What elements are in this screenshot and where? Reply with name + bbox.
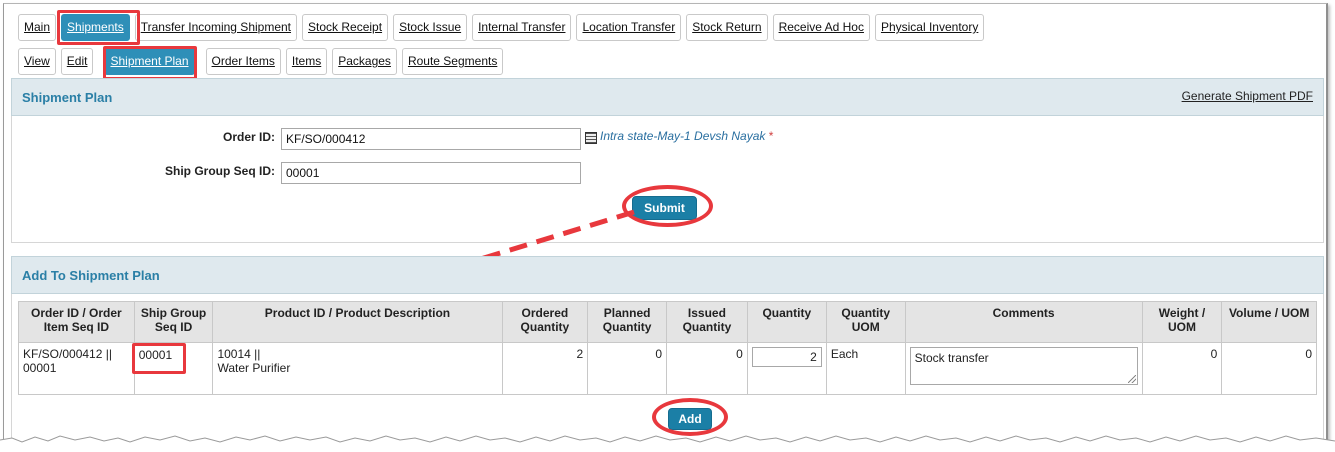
tab-transfer-incoming-shipment[interactable]: Transfer Incoming Shipment — [134, 14, 298, 41]
add-highlight-ring — [652, 398, 728, 436]
order-id-label: Order ID: — [222, 130, 275, 144]
order-item-seq-text: 00001 — [23, 361, 57, 375]
product-cell: 10014 || Water Purifier — [212, 342, 503, 395]
shipments-tab-highlight — [57, 10, 140, 45]
generate-shipment-pdf-link[interactable]: Generate Shipment PDF — [1182, 89, 1313, 103]
top-tab-bar: Main Shipments Transfer Incoming Shipmen… — [18, 14, 985, 41]
required-marker: * — [768, 129, 774, 143]
tab-main[interactable]: Main — [18, 14, 57, 41]
column-header: Volume / UOM — [1221, 301, 1317, 343]
quantity-input[interactable]: 2 — [751, 347, 822, 367]
tab-order-items[interactable]: Order Items — [205, 48, 281, 75]
product-desc-text: Water Purifier — [217, 361, 291, 375]
order-id-input[interactable]: KF/SO/000412 — [281, 128, 581, 150]
column-header: Comments — [904, 301, 1143, 343]
shipment-plan-header: Shipment Plan Generate Shipment PDF — [11, 78, 1324, 116]
lookup-icon[interactable] — [585, 132, 597, 144]
tab-location-transfer[interactable]: Location Transfer — [576, 14, 682, 41]
tab-stock-receipt[interactable]: Stock Receipt — [302, 14, 389, 41]
column-header: Ship Group Seq ID — [133, 301, 214, 343]
tab-items[interactable]: Items — [285, 48, 328, 75]
order-note: Intra state-May-1 Devsh Nayak * — [600, 129, 773, 143]
column-header: Quantity UOM — [825, 301, 906, 343]
comments-textarea[interactable]: Stock transfer — [909, 347, 1138, 385]
order-note-text: Intra state-May-1 Devsh Nayak — [600, 129, 766, 143]
tab-view[interactable]: View — [18, 48, 56, 75]
order-id-cell: KF/SO/000412 || 00001 — [18, 342, 135, 395]
column-header: Ordered Quantity — [501, 301, 589, 343]
ship-group-cell-highlight — [132, 343, 186, 374]
column-header: Product ID / Product Description — [212, 301, 503, 343]
resize-grip-icon[interactable] — [1127, 375, 1136, 383]
tab-packages[interactable]: Packages — [332, 48, 397, 75]
column-header: Weight / UOM — [1141, 301, 1223, 343]
tab-stock-issue[interactable]: Stock Issue — [393, 14, 468, 41]
tab-stock-return[interactable]: Stock Return — [686, 14, 768, 41]
ship-group-seq-label: Ship Group Seq ID: — [165, 164, 275, 178]
tab-edit[interactable]: Edit — [60, 48, 94, 75]
column-header: Issued Quantity — [666, 301, 748, 343]
column-header: Quantity — [746, 301, 827, 343]
ship-group-seq-input[interactable]: 00001 — [281, 162, 581, 184]
volume-cell: 0 — [1221, 342, 1317, 395]
table-header-row: Order ID / Order Item Seq ID Ship Group … — [18, 301, 1317, 343]
order-id-text: KF/SO/000412 || — [23, 347, 112, 361]
shipment-plan-title: Shipment Plan — [22, 90, 113, 105]
tab-receive-ad-hoc[interactable]: Receive Ad Hoc — [772, 14, 870, 41]
tab-physical-inventory[interactable]: Physical Inventory — [874, 14, 985, 41]
shipment-plan-tab-highlight — [103, 46, 197, 80]
ordered-qty-cell: 2 — [501, 342, 589, 395]
column-header: Order ID / Order Item Seq ID — [18, 301, 135, 343]
tab-route-segments[interactable]: Route Segments — [401, 48, 504, 75]
add-to-plan-header: Add To Shipment Plan — [11, 256, 1324, 294]
planned-qty-cell: 0 — [587, 342, 668, 395]
comments-text: Stock transfer — [914, 351, 989, 365]
sub-tab-bar: View Edit Shipment Plan Order Items Item… — [18, 48, 504, 75]
uom-cell: Each — [825, 342, 906, 395]
add-to-plan-title: Add To Shipment Plan — [22, 268, 160, 283]
product-id-text: 10014 || — [217, 347, 261, 361]
issued-qty-cell: 0 — [666, 342, 748, 395]
comments-cell: Stock transfer — [904, 342, 1143, 395]
weight-cell: 0 — [1141, 342, 1223, 395]
torn-edge — [0, 435, 1335, 452]
quantity-cell: 2 — [746, 342, 827, 395]
shipment-plan-table: Order ID / Order Item Seq ID Ship Group … — [18, 301, 1317, 395]
tab-internal-transfer[interactable]: Internal Transfer — [472, 14, 572, 41]
column-header: Planned Quantity — [587, 301, 668, 343]
submit-highlight-ring — [622, 185, 713, 227]
table-row: KF/SO/000412 || 00001 00001 10014 || Wat… — [18, 342, 1317, 395]
